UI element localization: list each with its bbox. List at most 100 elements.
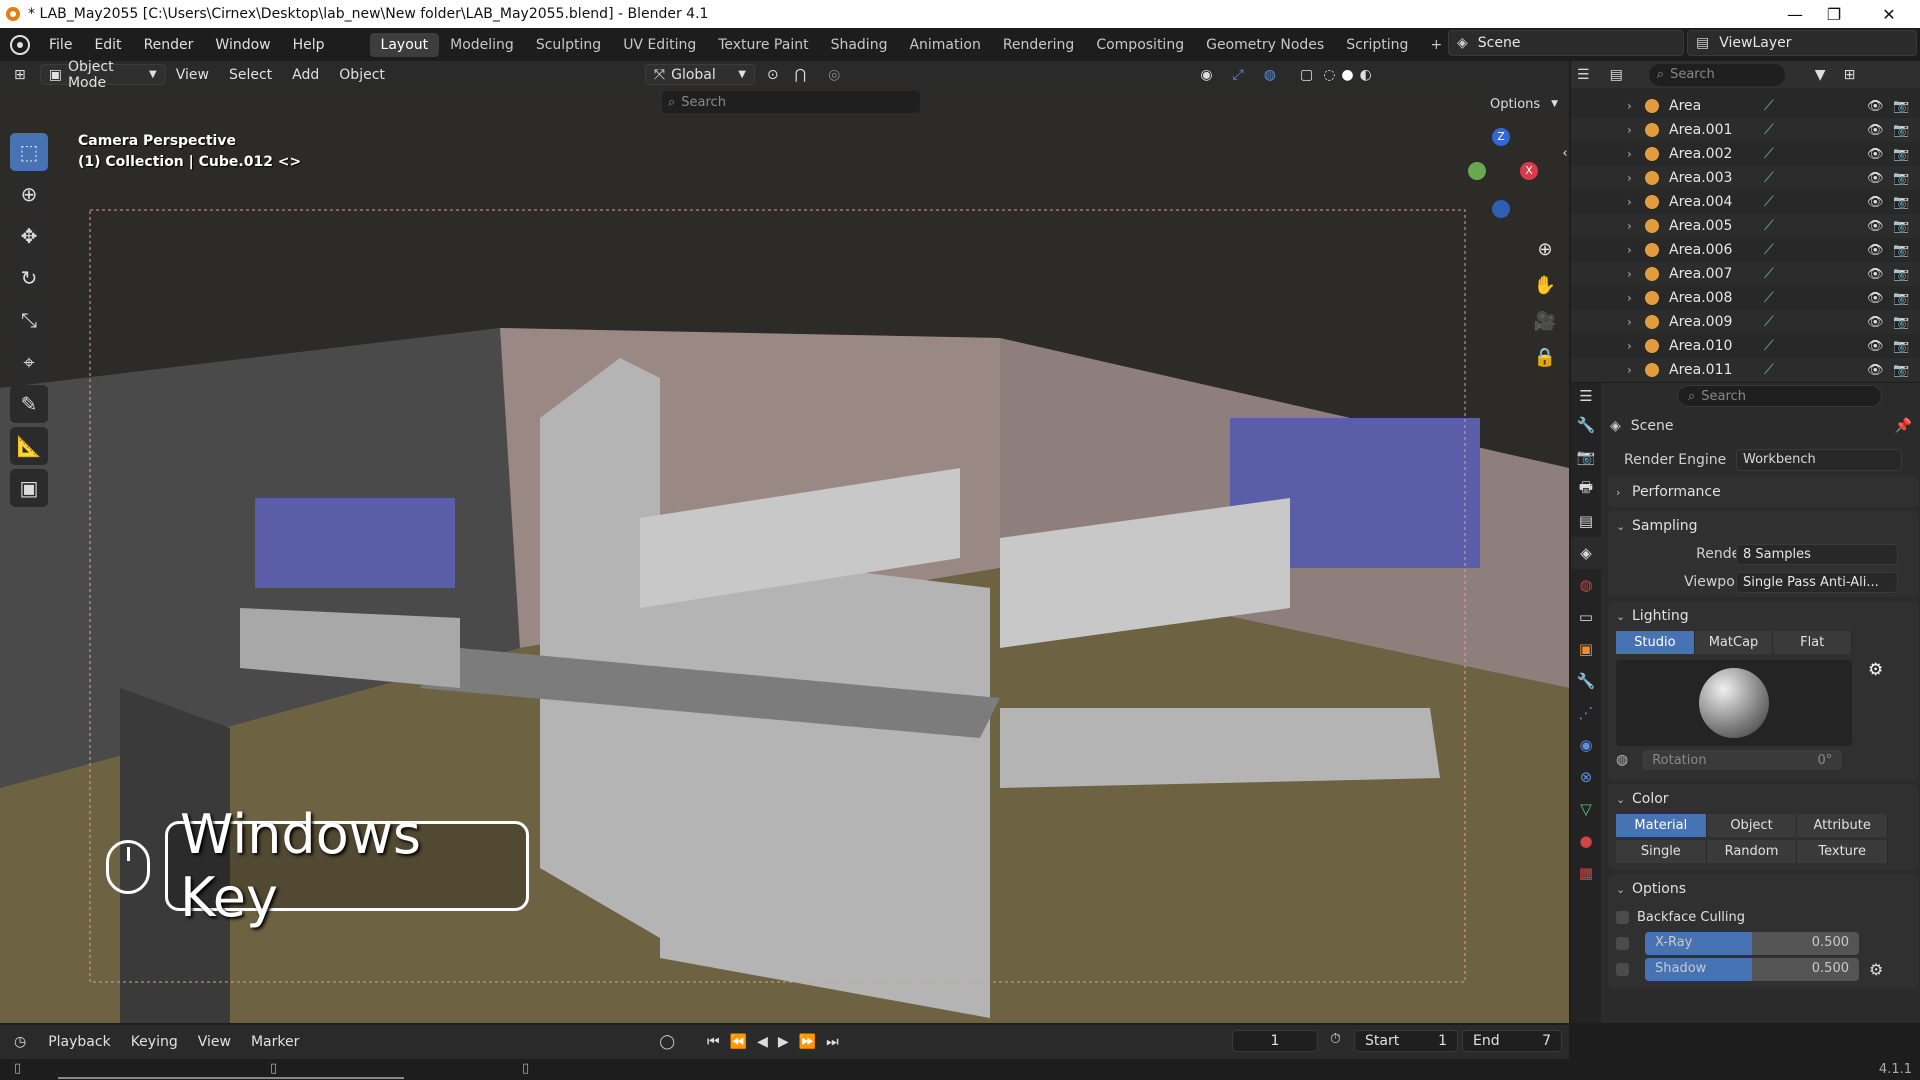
render-camera-icon[interactable]: 📷 <box>1893 171 1909 186</box>
viewport-menu-add[interactable]: Add <box>282 67 329 83</box>
particles-tab-icon[interactable]: ⋰ <box>1571 697 1601 729</box>
workspace-tab-modeling[interactable]: Modeling <box>439 33 525 57</box>
world-tab-icon[interactable]: ◍ <box>1571 569 1601 601</box>
render-camera-icon[interactable]: 📷 <box>1893 363 1909 378</box>
eye-icon[interactable]: 👁 <box>1867 243 1884 258</box>
chevron-right-icon[interactable]: › <box>1627 339 1645 353</box>
view-layer-tab-icon[interactable]: ▤ <box>1571 505 1601 537</box>
viewport-samples-dropdown[interactable]: Single Pass Anti-Ali... <box>1736 571 1898 593</box>
current-frame-field[interactable]: 1 <box>1232 1030 1318 1052</box>
render-camera-icon[interactable]: 📷 <box>1893 339 1909 354</box>
start-frame-field[interactable]: Start 1 <box>1354 1030 1458 1052</box>
eye-icon[interactable]: 👁 <box>1867 315 1884 330</box>
viewport-menu-object[interactable]: Object <box>329 67 395 83</box>
eye-icon[interactable]: 👁 <box>1867 267 1884 282</box>
render-samples-dropdown[interactable]: 8 Samples <box>1736 543 1898 565</box>
chevron-right-icon[interactable]: › <box>1627 147 1645 161</box>
gizmo-toggle-icon[interactable]: ⤢ <box>1233 67 1244 83</box>
gizmo-z-axis[interactable]: Z <box>1492 128 1510 146</box>
new-collection-icon[interactable]: ⊞ <box>1844 67 1856 83</box>
visibility-icon[interactable]: ◉ <box>1200 67 1212 83</box>
sidebar-toggle-icon[interactable]: ‹ <box>1550 138 1569 168</box>
3d-viewport[interactable]: ⬚ ⊕ ✥ ↻ ⤡ ⌖ ✎ 📐 ▣ Camera Perspective (1)… <box>0 88 1569 1023</box>
menu-window[interactable]: Window <box>204 37 281 53</box>
workspace-tab-scripting[interactable]: Scripting <box>1335 33 1419 57</box>
filter-icon[interactable]: ▼ <box>1815 67 1826 83</box>
blender-menu-icon[interactable] <box>10 34 30 55</box>
texture-tab-icon[interactable]: ▦ <box>1571 857 1601 889</box>
display-mode-icon[interactable]: ▤ <box>1610 67 1623 83</box>
eye-icon[interactable]: 👁 <box>1867 219 1884 234</box>
xray-slider[interactable]: X-Ray 0.500 <box>1645 931 1859 955</box>
chevron-right-icon[interactable]: › <box>1627 291 1645 305</box>
jump-start-icon[interactable]: ⏮ <box>707 1034 720 1050</box>
lighting-matcap-button[interactable]: MatCap <box>1694 631 1774 654</box>
modifier-tab-icon[interactable]: 🔧 <box>1571 665 1601 697</box>
view-layer-selector[interactable]: ▤ ViewLayer <box>1687 30 1917 56</box>
workspace-tab-sculpting[interactable]: Sculpting <box>525 33 612 57</box>
workspace-tab-shading[interactable]: Shading <box>820 33 899 57</box>
snap-icon[interactable]: ⋂ <box>795 67 806 83</box>
workspace-tab-animation[interactable]: Animation <box>898 33 991 57</box>
jump-end-icon[interactable]: ⏭ <box>826 1034 839 1050</box>
close-button[interactable]: ✕ <box>1866 0 1912 28</box>
properties-editor-icon[interactable]: ☰ <box>1571 383 1601 409</box>
color-texture-button[interactable]: Texture <box>1797 840 1889 863</box>
annotate-tool-icon[interactable]: ✎ <box>10 385 48 423</box>
render-camera-icon[interactable]: 📷 <box>1893 123 1909 138</box>
proportional-edit-icon[interactable]: ◎ <box>828 67 840 83</box>
viewport-search[interactable]: ⌕ Search <box>662 91 920 113</box>
gear-icon[interactable]: ⚙ <box>1868 660 1883 680</box>
viewport-menu-select[interactable]: Select <box>219 67 282 83</box>
pivot-point-icon[interactable]: ⊙ <box>767 67 779 83</box>
end-frame-field[interactable]: End 7 <box>1462 1030 1562 1052</box>
render-camera-icon[interactable]: 📷 <box>1893 99 1909 114</box>
outliner-item[interactable]: › Area.008 ⟋ 👁 📷 <box>1571 286 1920 310</box>
eye-icon[interactable]: 👁 <box>1867 291 1884 306</box>
properties-search[interactable]: ⌕ Search <box>1677 385 1882 407</box>
shading-solid-icon[interactable]: ● <box>1341 67 1353 83</box>
eye-icon[interactable]: 👁 <box>1867 339 1884 354</box>
backface-culling-checkbox[interactable] <box>1616 910 1629 924</box>
color-random-button[interactable]: Random <box>1706 840 1798 863</box>
scene-tab-icon[interactable]: ◈ <box>1571 537 1601 569</box>
render-camera-icon[interactable]: 📷 <box>1893 267 1909 282</box>
chevron-right-icon[interactable]: › <box>1627 363 1645 377</box>
viewport-options-button[interactable]: Options ▼ <box>1482 94 1564 114</box>
color-attribute-button[interactable]: Attribute <box>1797 814 1889 837</box>
lock-icon[interactable]: 🔒 <box>1530 342 1560 372</box>
outliner-item[interactable]: › Area.011 ⟋ 👁 📷 <box>1571 358 1920 382</box>
constraints-tab-icon[interactable]: ⊗ <box>1571 761 1601 793</box>
pan-hand-icon[interactable]: ✋ <box>1530 270 1560 300</box>
sampling-header[interactable]: ⌄ Sampling <box>1608 511 1918 541</box>
chevron-right-icon[interactable]: › <box>1627 171 1645 185</box>
timeline-menu-playback[interactable]: Playback <box>38 1034 120 1050</box>
shading-material-icon[interactable]: ◐ <box>1360 67 1372 83</box>
navigation-gizmo[interactable]: Z X <box>1460 128 1540 238</box>
viewport-menu-view[interactable]: View <box>166 67 219 83</box>
cursor-tool-icon[interactable]: ⊕ <box>10 175 48 213</box>
chevron-right-icon[interactable]: › <box>1627 123 1645 137</box>
eye-icon[interactable]: 👁 <box>1867 147 1884 162</box>
rotation-field[interactable]: Rotation 0° <box>1642 750 1843 770</box>
pin-icon[interactable]: 📌 <box>1895 418 1912 434</box>
gizmo-neg-z-axis-icon[interactable] <box>1492 200 1510 218</box>
add-cube-tool-icon[interactable]: ▣ <box>10 469 48 507</box>
color-material-button[interactable]: Material <box>1616 814 1707 837</box>
chevron-right-icon[interactable]: › <box>1627 99 1645 113</box>
output-tab-icon[interactable]: 🖶 <box>1571 473 1601 505</box>
render-camera-icon[interactable]: 📷 <box>1893 291 1909 306</box>
auto-keying-icon[interactable]: ◯ <box>659 1034 675 1050</box>
shadow-slider[interactable]: Shadow 0.500 <box>1645 957 1859 981</box>
rotate-tool-icon[interactable]: ↻ <box>10 259 48 297</box>
jump-prev-keyframe-icon[interactable]: ⏪ <box>730 1034 747 1050</box>
gizmo-y-axis-icon[interactable] <box>1468 162 1486 180</box>
render-camera-icon[interactable]: 📷 <box>1893 243 1909 258</box>
render-camera-icon[interactable]: 📷 <box>1893 147 1909 162</box>
outliner-item[interactable]: › Area.005 ⟋ 👁 📷 <box>1571 214 1920 238</box>
play-icon[interactable]: ▶ <box>778 1034 789 1050</box>
outliner-item[interactable]: › Area.002 ⟋ 👁 📷 <box>1571 142 1920 166</box>
transform-orientation-dropdown[interactable]: ⤧ Global ▼ <box>644 64 755 85</box>
outliner-item[interactable]: › Area.003 ⟋ 👁 📷 <box>1571 166 1920 190</box>
editor-type-icon[interactable]: ⊞ <box>14 67 26 83</box>
